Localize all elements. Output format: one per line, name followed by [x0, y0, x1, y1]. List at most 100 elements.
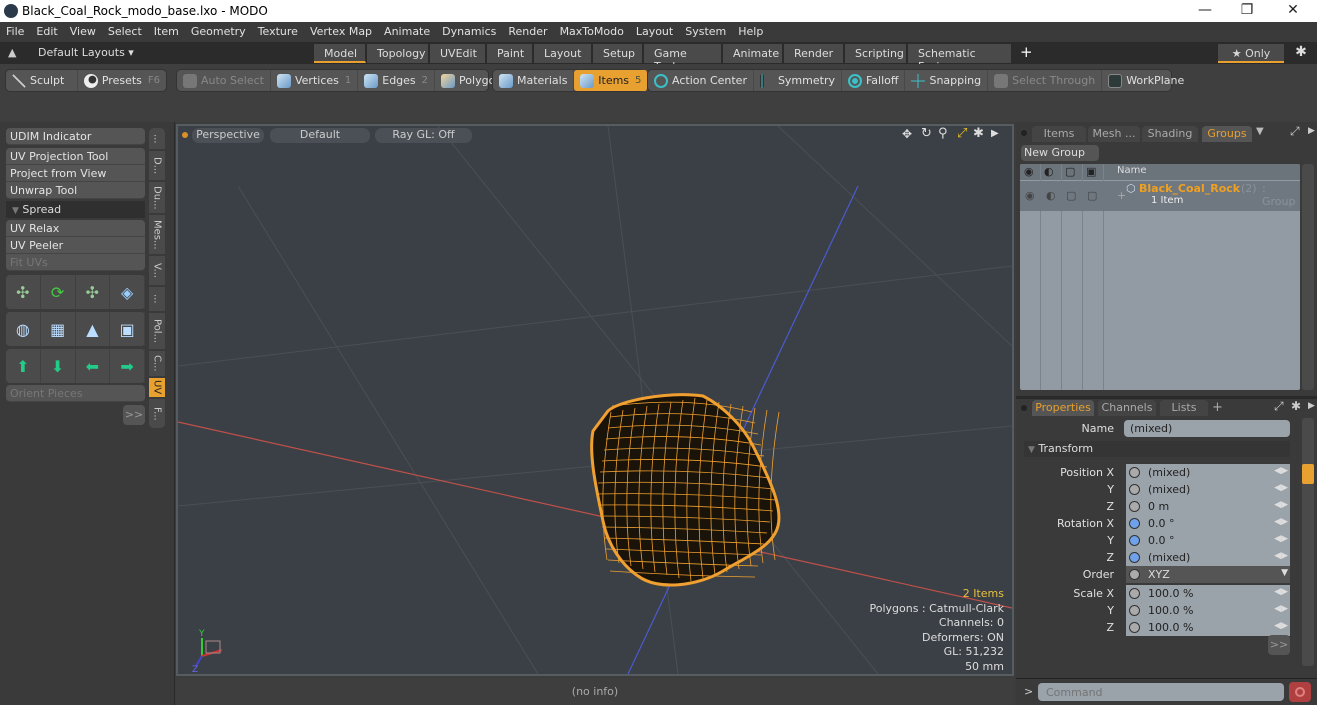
vtab-du[interactable]: Du... [149, 182, 165, 214]
maximize-view-icon[interactable]: ⤢ [957, 126, 967, 141]
menu-select[interactable]: Select [102, 22, 148, 38]
align-right-icon[interactable]: ➡ [110, 349, 145, 383]
sculpt-button[interactable]: Sculpt [6, 70, 78, 91]
row-expand-plus-icon[interactable]: + [1117, 189, 1126, 202]
edges-button[interactable]: Edges 2 [358, 70, 436, 91]
menu-help[interactable]: Help [732, 22, 769, 38]
close-button[interactable]: ✕ [1278, 2, 1308, 18]
vtab-pol[interactable]: Pol... [149, 313, 165, 350]
shading-dropdown[interactable]: Default [270, 128, 370, 143]
vtab-f[interactable]: F... [149, 399, 165, 429]
value-slider-arrows-icon[interactable]: ◀▶ [1274, 466, 1288, 476]
uv-move-icon[interactable]: ✣ [6, 275, 41, 309]
value-slider-arrows-icon[interactable]: ◀▶ [1274, 587, 1288, 597]
menu-texture[interactable]: Texture [252, 22, 304, 38]
visibility-column-eye-icon[interactable]: ◉ [1024, 165, 1034, 178]
tab-shading[interactable]: Shading [1142, 126, 1198, 142]
uv-transform-icon[interactable]: ◈ [110, 275, 145, 309]
groups-scrollbar[interactable] [1302, 164, 1314, 390]
animate-keyframe-dot-icon[interactable] [1129, 622, 1140, 633]
action-center-button[interactable]: Action Center [648, 70, 754, 91]
tab-properties[interactable]: Properties [1032, 400, 1094, 416]
symmetry-button[interactable]: Symmetry [754, 70, 842, 91]
tab-schematic-fusion[interactable]: Schematic Fusion [908, 44, 1012, 73]
menu-render[interactable]: Render [502, 22, 553, 38]
animate-keyframe-dot-icon[interactable] [1129, 569, 1140, 580]
fit-uvs-button[interactable]: Fit UVs [6, 254, 145, 271]
udim-indicator-button[interactable]: UDIM Indicator [6, 128, 145, 145]
group-row[interactable]: ◉ ◐ ▢ ▢ + ⬡ Black_Coal_Rock (2) : Group … [1020, 181, 1300, 211]
spread-section-header[interactable]: ▼ Spread [6, 201, 145, 218]
vtab-mesh[interactable]: Mes... [149, 215, 165, 255]
animate-keyframe-dot-icon[interactable] [1129, 467, 1140, 478]
properties-side-tab-active[interactable] [1302, 464, 1314, 484]
expand-more-button[interactable]: >> [123, 405, 145, 425]
menu-file[interactable]: File [0, 22, 30, 38]
name-field[interactable]: (mixed) [1124, 420, 1290, 437]
zoom-view-icon[interactable]: ⚲ [938, 126, 948, 141]
animate-keyframe-dot-icon[interactable] [1129, 552, 1140, 563]
align-bottom-icon[interactable]: ⬇ [41, 349, 76, 383]
snapping-button[interactable]: Snapping [905, 70, 989, 91]
property-value-field[interactable]: 100.0 % ◀▶ [1126, 602, 1290, 619]
tab-topology[interactable]: Topology [367, 44, 429, 63]
new-group-button[interactable]: New Group [1021, 145, 1099, 161]
property-value-field[interactable]: (mixed) ◀▶ [1126, 481, 1290, 498]
vertices-button[interactable]: Vertices 1 [271, 70, 359, 91]
orient-pieces-button[interactable]: Orient Pieces [6, 385, 145, 402]
tab-paint[interactable]: Paint [487, 44, 533, 63]
layout-settings-gear-icon[interactable]: ✱ [1290, 44, 1312, 63]
uv-cylinder-icon[interactable]: ◍ [6, 312, 41, 346]
row-select-icon[interactable]: ▢ [1087, 189, 1097, 202]
auto-select-button[interactable]: Auto Select [177, 70, 271, 91]
panel-expand-arrow-icon[interactable]: ▶ [1308, 126, 1315, 136]
3d-viewport[interactable]: Y Z Perspective Default Ray GL: Off ✥ ↻ … [176, 124, 1014, 676]
menu-vertex-map[interactable]: Vertex Map [304, 22, 378, 38]
property-value-field[interactable]: (mixed) ◀▶ [1126, 549, 1290, 566]
name-column-header[interactable]: Name [1117, 165, 1147, 176]
property-value-field[interactable]: 0.0 ° ◀▶ [1126, 515, 1290, 532]
property-value-field[interactable]: XYZ ▼ [1126, 566, 1290, 583]
render-column-icon[interactable]: ◐ [1044, 165, 1054, 178]
uv-peeler-button[interactable]: UV Peeler [6, 237, 145, 254]
vtab-more-2[interactable]: ... [149, 287, 165, 312]
properties-more-button[interactable]: >> [1268, 635, 1290, 655]
animate-keyframe-dot-icon[interactable] [1129, 535, 1140, 546]
uv-perspective-icon[interactable]: ▲ [76, 312, 111, 346]
properties-gear-icon[interactable]: ✱ [1291, 399, 1301, 413]
menu-layout[interactable]: Layout [630, 22, 679, 38]
uv-relax-button[interactable]: UV Relax [6, 220, 145, 237]
presets-button[interactable]: Presets F6 [78, 70, 166, 91]
rotate-view-icon[interactable]: ↻ [921, 126, 932, 141]
menu-edit[interactable]: Edit [30, 22, 63, 38]
transform-section-header[interactable]: ▼ Transform [1024, 441, 1290, 457]
animate-keyframe-dot-icon[interactable] [1129, 501, 1140, 512]
tab-uvedit[interactable]: UVEdit [430, 44, 486, 63]
only-button[interactable]: ★ Only [1218, 44, 1284, 63]
tab-render[interactable]: Render [784, 44, 844, 63]
vtab-d[interactable]: D... [149, 151, 165, 181]
animate-keyframe-dot-icon[interactable] [1129, 605, 1140, 616]
ray-gl-toggle[interactable]: Ray GL: Off [375, 128, 472, 143]
menu-system[interactable]: System [679, 22, 732, 38]
menu-view[interactable]: View [64, 22, 102, 38]
minimize-button[interactable]: — [1190, 2, 1220, 18]
viewport-settings-gear-icon[interactable]: ✱ [973, 126, 984, 141]
property-value-field[interactable]: (mixed) ◀▶ [1126, 464, 1290, 481]
layout-up-icon[interactable]: ▲ [8, 46, 16, 59]
select-through-button[interactable]: Select Through [988, 70, 1103, 91]
order-dropdown-arrow-icon[interactable]: ▼ [1281, 568, 1288, 578]
tab-game-tools[interactable]: Game Tools [644, 44, 722, 73]
tabs-dropdown-icon[interactable]: ▼ [1256, 126, 1264, 137]
viewport-menu-dot-icon[interactable] [182, 132, 188, 138]
tab-items[interactable]: Items [1032, 126, 1086, 142]
uv-scale-icon[interactable]: ✣ [76, 275, 111, 309]
property-value-field[interactable]: 0 m ◀▶ [1126, 498, 1290, 515]
unwrap-tool-button[interactable]: Unwrap Tool [6, 182, 145, 199]
tab-groups[interactable]: Groups [1202, 126, 1252, 142]
value-slider-arrows-icon[interactable]: ◀▶ [1274, 621, 1288, 631]
property-value-field[interactable]: 100.0 % ◀▶ [1126, 619, 1290, 636]
tab-animate[interactable]: Animate [723, 44, 783, 63]
value-slider-arrows-icon[interactable]: ◀▶ [1274, 500, 1288, 510]
uv-rotate-icon[interactable]: ⟳ [41, 275, 76, 309]
